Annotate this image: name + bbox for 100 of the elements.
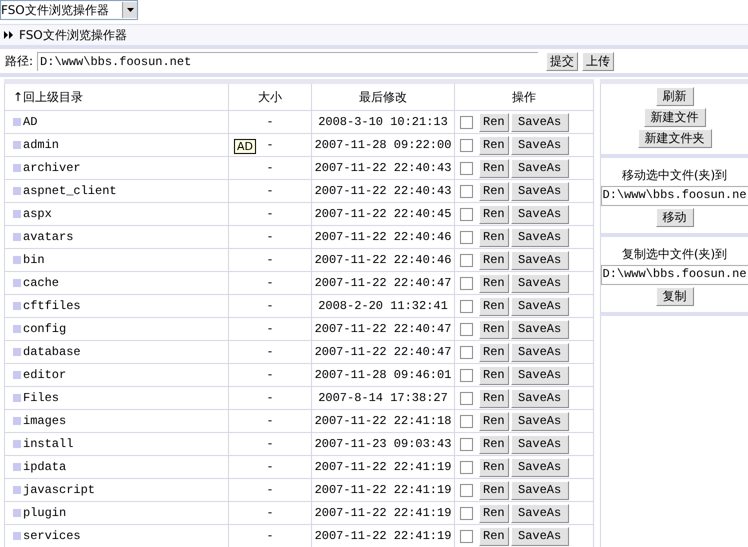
size-cell: - bbox=[228, 340, 312, 364]
size-cell: - bbox=[228, 456, 312, 478]
save-as-button[interactable]: SaveAs bbox=[510, 366, 569, 384]
folder-link[interactable]: AD bbox=[13, 114, 38, 128]
action-button[interactable]: 新建文件夹 bbox=[638, 129, 712, 148]
action-button[interactable]: 新建文件 bbox=[644, 108, 706, 127]
save-as-button[interactable]: SaveAs bbox=[510, 228, 569, 246]
folder-link[interactable]: cftfiles bbox=[13, 298, 81, 312]
rename-button[interactable]: Ren bbox=[479, 204, 509, 224]
save-as-button[interactable]: SaveAs bbox=[510, 182, 569, 200]
location-select[interactable]: FSO文件浏览操作器 bbox=[0, 0, 138, 20]
folder-link[interactable]: install bbox=[13, 436, 74, 450]
folder-link[interactable]: ipdata bbox=[13, 460, 66, 474]
target-path-field[interactable]: D:\www\bbs.foosun.ne bbox=[600, 186, 748, 206]
rename-button[interactable]: Ren bbox=[479, 112, 509, 132]
save-as-button[interactable]: SaveAs bbox=[510, 296, 569, 316]
save-as-button[interactable]: SaveAs bbox=[510, 204, 569, 224]
select-checkbox[interactable] bbox=[460, 484, 473, 496]
folder-link[interactable]: archiver bbox=[13, 160, 81, 174]
rename-button[interactable]: Ren bbox=[479, 296, 509, 316]
rename-button[interactable]: Ren bbox=[479, 228, 509, 246]
save-as-button[interactable]: SaveAs bbox=[510, 388, 569, 408]
select-checkbox[interactable] bbox=[460, 322, 473, 336]
size-cell: - bbox=[228, 432, 312, 456]
select-checkbox[interactable] bbox=[460, 116, 473, 128]
select-checkbox[interactable] bbox=[460, 276, 473, 290]
folder-link[interactable]: admin bbox=[13, 138, 60, 152]
rename-button[interactable]: Ren bbox=[479, 320, 509, 338]
rename-button[interactable]: Ren bbox=[479, 182, 509, 200]
select-checkbox[interactable] bbox=[460, 460, 473, 474]
select-checkbox[interactable] bbox=[460, 162, 473, 174]
rename-button[interactable]: Ren bbox=[479, 366, 509, 384]
folder-icon bbox=[13, 278, 21, 286]
rename-button[interactable]: Ren bbox=[479, 434, 509, 454]
target-path-field[interactable]: D:\www\bbs.foosun.ne bbox=[600, 265, 748, 285]
folder-link[interactable]: editor bbox=[13, 368, 66, 382]
size-cell: - bbox=[228, 156, 312, 180]
folder-link[interactable]: aspx bbox=[13, 206, 52, 220]
modified-cell: 2007-11-22 22:41:19 bbox=[312, 478, 454, 502]
save-as-button[interactable]: SaveAs bbox=[510, 274, 569, 292]
modified-cell: 2007-11-22 22:41:19 bbox=[312, 456, 454, 478]
save-as-button[interactable]: SaveAs bbox=[510, 458, 569, 476]
modified-cell: 2007-11-22 22:40:47 bbox=[312, 340, 454, 364]
save-as-button[interactable]: SaveAs bbox=[510, 480, 569, 500]
select-checkbox[interactable] bbox=[460, 368, 473, 382]
select-checkbox[interactable] bbox=[460, 506, 473, 520]
select-checkbox[interactable] bbox=[460, 438, 473, 450]
modified-cell: 2007-11-23 09:03:43 bbox=[312, 432, 454, 456]
rename-button[interactable]: Ren bbox=[479, 250, 509, 270]
select-checkbox[interactable] bbox=[460, 138, 473, 152]
save-as-button[interactable]: SaveAs bbox=[510, 526, 569, 546]
select-checkbox[interactable] bbox=[460, 414, 473, 428]
select-checkbox[interactable] bbox=[460, 208, 473, 220]
path-button[interactable]: 提交 bbox=[546, 52, 578, 70]
folder-link[interactable]: config bbox=[13, 322, 66, 336]
select-checkbox[interactable] bbox=[460, 530, 473, 542]
move-button[interactable]: 移动 bbox=[656, 208, 694, 227]
save-as-button[interactable]: SaveAs bbox=[510, 136, 569, 154]
folder-link[interactable]: avatars bbox=[13, 230, 74, 244]
folder-link[interactable]: images bbox=[13, 414, 66, 428]
rename-button[interactable]: Ren bbox=[479, 388, 509, 408]
folder-link[interactable]: cache bbox=[13, 276, 60, 290]
path-button[interactable]: 上传 bbox=[582, 52, 614, 70]
save-as-button[interactable]: SaveAs bbox=[510, 412, 569, 430]
rename-button[interactable]: Ren bbox=[479, 504, 509, 522]
path-field[interactable]: D:\www\bbs.foosun.net bbox=[37, 52, 538, 70]
save-as-button[interactable]: SaveAs bbox=[510, 158, 569, 178]
select-checkbox[interactable] bbox=[460, 184, 473, 198]
folder-link[interactable]: bin bbox=[13, 252, 45, 266]
select-checkbox[interactable] bbox=[460, 230, 473, 244]
size-cell: - bbox=[228, 226, 312, 248]
folder-icon bbox=[13, 532, 21, 540]
copy-button[interactable]: 复制 bbox=[656, 287, 694, 306]
rename-button[interactable]: Ren bbox=[479, 342, 509, 362]
rename-button[interactable]: Ren bbox=[479, 480, 509, 500]
save-as-button[interactable]: SaveAs bbox=[510, 250, 569, 270]
select-checkbox[interactable] bbox=[460, 300, 473, 312]
select-checkbox[interactable] bbox=[460, 346, 473, 358]
rename-button[interactable]: Ren bbox=[479, 274, 509, 292]
folder-link[interactable]: Files bbox=[13, 390, 60, 404]
parent-directory-link[interactable]: ↑回上级目录 bbox=[4, 82, 228, 110]
save-as-button[interactable]: SaveAs bbox=[510, 342, 569, 362]
size-cell: - bbox=[228, 502, 312, 524]
folder-link[interactable]: services bbox=[13, 528, 81, 542]
select-checkbox[interactable] bbox=[460, 254, 473, 266]
save-as-button[interactable]: SaveAs bbox=[510, 504, 569, 522]
folder-icon bbox=[13, 302, 21, 310]
folder-link[interactable]: database bbox=[13, 344, 81, 358]
select-checkbox[interactable] bbox=[460, 392, 473, 404]
rename-button[interactable]: Ren bbox=[479, 158, 509, 178]
rename-button[interactable]: Ren bbox=[479, 136, 509, 154]
rename-button[interactable]: Ren bbox=[479, 412, 509, 430]
rename-button[interactable]: Ren bbox=[479, 526, 509, 546]
folder-link[interactable]: plugin bbox=[13, 506, 66, 520]
size-cell: - bbox=[228, 202, 312, 226]
save-as-button[interactable]: SaveAs bbox=[510, 320, 569, 338]
action-button[interactable]: 刷新 bbox=[656, 87, 694, 106]
rename-button[interactable]: Ren bbox=[479, 458, 509, 476]
save-as-button[interactable]: SaveAs bbox=[510, 112, 569, 132]
save-as-button[interactable]: SaveAs bbox=[510, 434, 569, 454]
